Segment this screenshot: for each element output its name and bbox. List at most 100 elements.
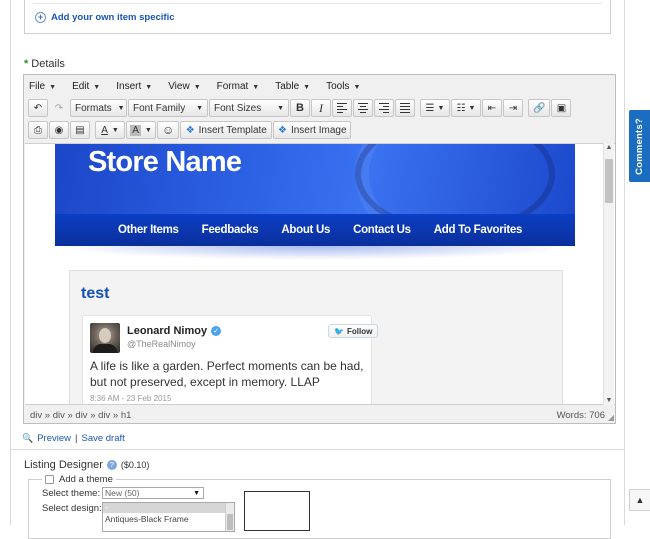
caret-down-icon: ▼ (193, 83, 201, 91)
follow-button[interactable]: 🐦 Follow (328, 324, 379, 338)
scrollbar-thumb[interactable] (605, 159, 613, 203)
background-color-button[interactable]: A ▼ (126, 121, 156, 139)
media-icon: ▤ (75, 124, 85, 136)
bold-button[interactable]: B (290, 99, 310, 117)
insert-image-button[interactable]: ❖ Insert Image (273, 121, 352, 139)
formats-label: Formats (75, 102, 112, 114)
nav-about-us[interactable]: About Us (281, 224, 330, 236)
menu-insert-label: Insert (116, 80, 142, 92)
outdent-button[interactable]: ⇤ (482, 99, 502, 117)
panel-title: test (81, 285, 110, 302)
numbered-list-icon: ☷ (456, 102, 466, 114)
italic-label: I (319, 100, 323, 115)
align-right-button[interactable] (374, 99, 394, 117)
menu-view-label: View (168, 80, 190, 92)
emoticons-button[interactable]: ☺ (157, 121, 180, 139)
scroll-to-top-button[interactable]: ▲ (629, 489, 650, 511)
insert-template-label: Insert Template (198, 124, 267, 136)
italic-button[interactable]: I (311, 99, 331, 117)
design-list-scrollbar[interactable] (225, 503, 234, 531)
menu-table[interactable]: Table ▼ (275, 81, 310, 92)
editor-toolbar-row-2: ⎙ ◉ ▤ A ▼ A ▼ ☺ ❖ Insert Template ❖ Insert I… (28, 120, 352, 140)
align-center-button[interactable] (353, 99, 373, 117)
tweet-text: A life is like a garden. Perfect moments… (90, 359, 364, 389)
nav-other-items[interactable]: Other Items (118, 224, 179, 236)
undo-button[interactable]: ↶ (28, 99, 48, 117)
add-theme-checkbox[interactable] (45, 475, 54, 484)
print-button[interactable]: ⎙ (28, 121, 48, 139)
select-design-list[interactable]: - Antiques-Black Frame (102, 502, 235, 532)
required-star-icon: * (24, 58, 29, 70)
element-path[interactable]: div » div » div » div » h1 (30, 410, 131, 421)
nav-shadow (55, 246, 575, 260)
font-sizes-dropdown[interactable]: Font Sizes ▼ (209, 99, 289, 117)
indent-button[interactable]: ⇥ (503, 99, 523, 117)
store-navbar: Other Items Feedbacks About Us Contact U… (55, 214, 575, 246)
bullet-list-button[interactable]: ☰ ▼ (420, 99, 450, 117)
tweet-author-name: Leonard Nimoy (127, 325, 208, 337)
item-specifics-box: + Add your own item specific (24, 0, 611, 34)
caret-down-icon: ▼ (93, 83, 101, 91)
magnifier-icon: 🔍 (22, 433, 34, 443)
editor-toolbar-row-1: ↶ ↷ Formats ▼ Font Family ▼ Font Sizes ▼ B … (28, 98, 572, 118)
nav-add-to-favorites[interactable]: Add To Favorites (434, 224, 523, 236)
menu-tools[interactable]: Tools ▼ (326, 81, 360, 92)
menu-file[interactable]: File ▼ (29, 81, 56, 92)
help-icon[interactable]: ? (106, 460, 117, 470)
nav-feedbacks[interactable]: Feedbacks (202, 224, 259, 236)
scroll-down-arrow-icon[interactable]: ▼ (604, 397, 614, 404)
redo-icon: ↷ (54, 102, 64, 114)
text-color-button[interactable]: A ▼ (95, 121, 125, 139)
menu-format[interactable]: Format ▼ (217, 81, 260, 92)
image-button[interactable]: ▣ (551, 99, 572, 117)
tweet-date: 8:36 AM - 23 Feb 2015 (90, 394, 172, 403)
add-item-specific-link[interactable]: + Add your own item specific (35, 12, 175, 23)
caret-down-icon: ▼ (353, 83, 361, 91)
dropbox-icon: ❖ (277, 124, 287, 136)
follow-label: Follow (346, 326, 373, 336)
add-theme-option[interactable]: Add a theme (42, 474, 116, 485)
menu-file-label: File (29, 80, 46, 92)
preview-link[interactable]: Preview (37, 433, 71, 444)
tweet-handle: @TheRealNimoy (127, 339, 196, 349)
preview-save-links: 🔍 Preview | Save draft (22, 433, 125, 444)
divider (33, 3, 602, 4)
align-left-button[interactable] (332, 99, 352, 117)
editor-scrollbar[interactable]: ▲ ▼ (603, 143, 614, 405)
editor-content-area[interactable]: Store Name Other Items Feedbacks About U… (25, 143, 615, 405)
align-justify-icon (400, 102, 410, 114)
caret-down-icon: ▼ (111, 126, 119, 134)
design-option[interactable]: Antiques-Black Frame (103, 514, 234, 525)
select-design-label: Select design: (42, 503, 102, 514)
font-family-dropdown[interactable]: Font Family ▼ (128, 99, 208, 117)
resize-handle-icon[interactable]: ◢ (608, 413, 614, 422)
dropbox-icon: ❖ (185, 124, 195, 136)
page-border-right (624, 0, 625, 525)
caret-down-icon: ▼ (145, 83, 153, 91)
text-color-label: A (101, 124, 108, 136)
menu-view[interactable]: View ▼ (168, 81, 200, 92)
select-theme-value: New (50) (105, 488, 140, 498)
justify-button[interactable] (395, 99, 415, 117)
design-preview-box (244, 491, 310, 531)
link-button[interactable]: 🔗 (528, 99, 551, 117)
design-option-selected[interactable]: - (103, 503, 234, 514)
save-draft-link[interactable]: Save draft (81, 433, 124, 444)
media-button[interactable]: ▤ (70, 121, 90, 139)
nav-contact-us[interactable]: Contact Us (353, 224, 411, 236)
numbered-list-button[interactable]: ☷ ▼ (451, 99, 481, 117)
redo-button[interactable]: ↷ (49, 99, 69, 117)
outdent-icon: ⇤ (487, 102, 497, 114)
formats-dropdown[interactable]: Formats ▼ (70, 99, 127, 117)
select-theme-dropdown[interactable]: New (50) ▼ (102, 487, 204, 499)
menu-edit[interactable]: Edit ▼ (72, 81, 100, 92)
preview-button[interactable]: ◉ (49, 121, 69, 139)
menu-format-label: Format (216, 80, 249, 92)
twitter-bird-icon: 🐦 (334, 326, 344, 336)
insert-template-button[interactable]: ❖ Insert Template (180, 121, 273, 139)
menu-tools-label: Tools (326, 80, 350, 92)
menu-insert[interactable]: Insert ▼ (116, 81, 152, 92)
comments-tab[interactable]: Comments? (629, 110, 650, 182)
scroll-up-arrow-icon[interactable]: ▲ (604, 144, 614, 151)
caret-down-icon: ▼ (277, 104, 284, 112)
